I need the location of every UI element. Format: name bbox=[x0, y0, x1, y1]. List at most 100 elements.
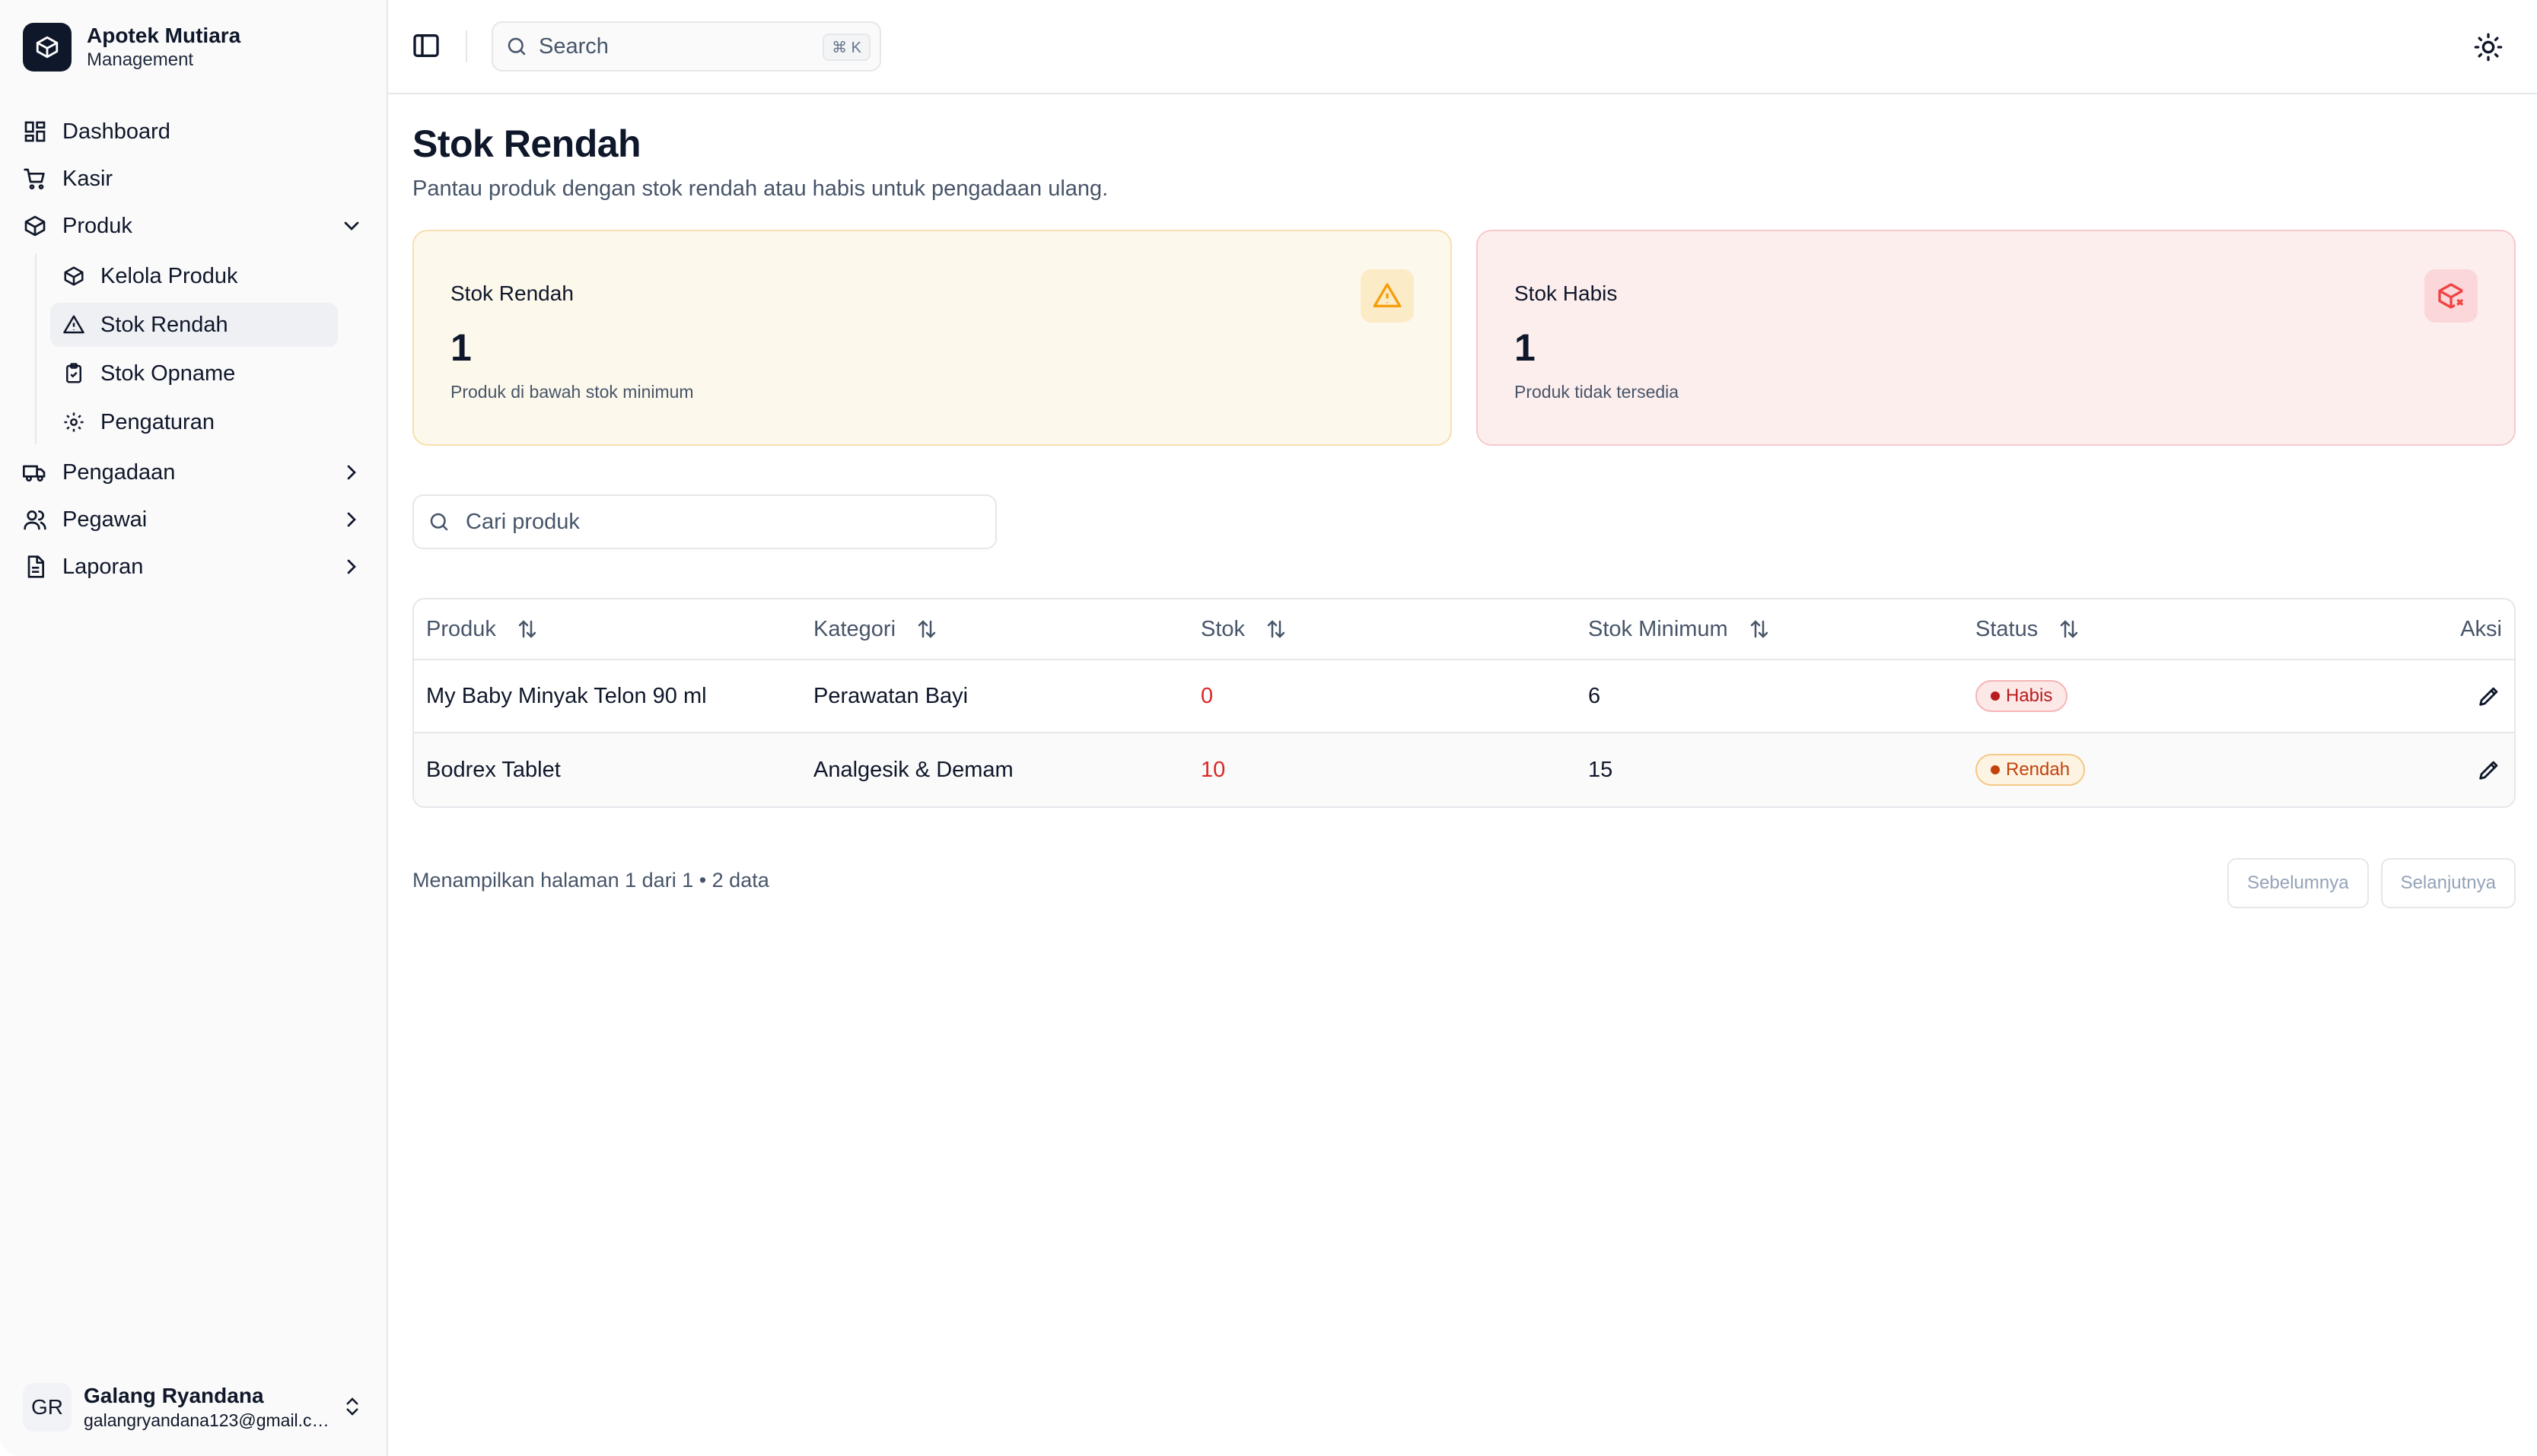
warning-triangle-icon bbox=[63, 315, 84, 334]
cell-status: Habis bbox=[1963, 680, 2351, 712]
sort-icon bbox=[918, 620, 936, 638]
chevron-right-icon bbox=[347, 465, 356, 480]
header-label: Produk bbox=[426, 616, 496, 641]
previous-page-button[interactable]: Sebelumnya bbox=[2227, 858, 2369, 908]
card-description: Produk di bawah stok minimum bbox=[450, 382, 694, 402]
sidebar: Apotek Mutiara Management Dashboard Kasi… bbox=[0, 0, 388, 1456]
sidebar-item-laporan[interactable]: Laporan bbox=[23, 543, 373, 590]
sort-icon bbox=[2060, 620, 2078, 638]
sort-icon bbox=[518, 620, 536, 638]
sidebar-item-dashboard[interactable]: Dashboard bbox=[23, 108, 373, 155]
chevrons-up-down-icon bbox=[346, 1397, 358, 1416]
sidebar-item-pengaturan[interactable]: Pengaturan bbox=[50, 400, 338, 444]
status-badge: Rendah bbox=[1975, 754, 2086, 786]
table-header: Produk Kategori Stok Stok Minimum Status… bbox=[414, 599, 2514, 660]
cell-kategori: Analgesik & Demam bbox=[813, 757, 1014, 782]
card-description: Produk tidak tersedia bbox=[1514, 382, 1679, 402]
truck-icon bbox=[23, 465, 46, 482]
low-stock-table: Produk Kategori Stok Stok Minimum Status… bbox=[412, 598, 2516, 808]
column-header-produk[interactable]: Produk bbox=[414, 617, 801, 642]
cell-produk: Bodrex Tablet bbox=[426, 757, 561, 782]
sidebar-item-label: Stok Opname bbox=[100, 361, 236, 386]
sidebar-item-label: Pengadaan bbox=[62, 459, 176, 485]
header-label: Kategori bbox=[813, 616, 896, 641]
sidebar-item-pengadaan[interactable]: Pengadaan bbox=[23, 449, 373, 496]
search-icon bbox=[508, 37, 526, 56]
cell-produk: My Baby Minyak Telon 90 ml bbox=[426, 683, 707, 708]
column-header-stok-minimum[interactable]: Stok Minimum bbox=[1576, 617, 1963, 642]
users-icon bbox=[24, 510, 46, 530]
status-label: Habis bbox=[2006, 685, 2053, 706]
produk-submenu: Kelola Produk Stok Rendah Stok Opname Pe… bbox=[35, 254, 373, 444]
low-stock-card: Stok Rendah 1 Produk di bawah stok minim… bbox=[412, 230, 1452, 446]
sidebar-nav: Dashboard Kasir Produk Kelola Produk Sto… bbox=[23, 108, 373, 590]
sidebar-item-label: Pengaturan bbox=[100, 409, 215, 434]
product-search-input[interactable]: Cari produk bbox=[412, 494, 997, 549]
chevron-right-icon bbox=[347, 512, 356, 527]
sidebar-item-stok-rendah[interactable]: Stok Rendah bbox=[50, 303, 338, 347]
search-input[interactable]: Search ⌘ K bbox=[492, 21, 881, 72]
status-label: Rendah bbox=[2006, 759, 2071, 780]
app-window: Apotek Mutiara Management Dashboard Kasi… bbox=[0, 0, 2537, 1456]
cell-stok: 10 bbox=[1201, 757, 1226, 782]
column-header-kategori[interactable]: Kategori bbox=[801, 617, 1189, 642]
chevron-down-icon bbox=[344, 221, 359, 230]
card-title: Stok Rendah bbox=[450, 281, 574, 305]
warning-triangle-icon bbox=[1361, 269, 1414, 323]
column-header-stok[interactable]: Stok bbox=[1189, 617, 1576, 642]
sidebar-item-label: Kasir bbox=[62, 166, 113, 191]
brand-tagline: Management bbox=[87, 49, 194, 70]
cart-icon bbox=[24, 168, 45, 189]
column-header-aksi: Aksi bbox=[2460, 616, 2502, 641]
sidebar-item-label: Kelola Produk bbox=[100, 263, 238, 288]
dashboard-icon bbox=[24, 121, 46, 142]
sidebar-item-label: Dashboard bbox=[62, 119, 170, 144]
cell-kategori: Perawatan Bayi bbox=[813, 683, 969, 708]
edit-pencil-icon[interactable] bbox=[2476, 683, 2502, 709]
sort-icon bbox=[1267, 620, 1285, 638]
package-x-icon bbox=[2424, 269, 2478, 323]
next-page-button[interactable]: Selanjutnya bbox=[2380, 858, 2516, 908]
user-menu[interactable]: GR Galang Ryandana galangryandana123@gma… bbox=[23, 1383, 373, 1432]
status-badge: Habis bbox=[1975, 680, 2068, 712]
divider bbox=[466, 30, 467, 62]
card-value: 1 bbox=[1514, 326, 1536, 369]
package-icon bbox=[64, 266, 84, 286]
document-icon bbox=[27, 555, 44, 578]
sidebar-item-stok-opname[interactable]: Stok Opname bbox=[50, 351, 338, 396]
user-name: Galang Ryandana bbox=[84, 1384, 264, 1407]
brand-name: Apotek Mutiara bbox=[87, 24, 241, 47]
search-icon bbox=[430, 513, 448, 531]
clipboard-check-icon bbox=[66, 363, 81, 383]
column-header-status[interactable]: Status bbox=[1963, 617, 2351, 642]
cell-stok: 0 bbox=[1201, 683, 1214, 708]
package-icon bbox=[24, 215, 46, 237]
sidebar-item-label: Pegawai bbox=[62, 507, 148, 532]
cell-status: Rendah bbox=[1963, 754, 2351, 786]
header-label: Stok bbox=[1201, 616, 1246, 641]
sidebar-item-kasir[interactable]: Kasir bbox=[23, 155, 373, 202]
cell-stok-minimum: 6 bbox=[1588, 683, 1601, 708]
sidebar-item-produk[interactable]: Produk bbox=[23, 202, 373, 250]
card-title: Stok Habis bbox=[1514, 281, 1618, 305]
edit-pencil-icon[interactable] bbox=[2476, 757, 2502, 783]
avatar: GR bbox=[23, 1383, 72, 1432]
page-title: Stok Rendah bbox=[412, 122, 641, 165]
header-label: Stok Minimum bbox=[1588, 616, 1728, 641]
sort-icon bbox=[1750, 620, 1768, 638]
sidebar-item-label: Produk bbox=[62, 213, 132, 238]
card-value: 1 bbox=[450, 326, 472, 369]
sidebar-item-pegawai[interactable]: Pegawai bbox=[23, 496, 373, 543]
search-placeholder: Cari produk bbox=[466, 509, 580, 534]
search-placeholder: Search bbox=[539, 33, 609, 59]
sidebar-item-kelola-produk[interactable]: Kelola Produk bbox=[50, 254, 338, 298]
out-of-stock-card: Stok Habis 1 Produk tidak tersedia bbox=[1476, 230, 2516, 446]
cell-aksi bbox=[2351, 757, 2514, 783]
sun-icon[interactable] bbox=[2473, 32, 2504, 62]
brand[interactable]: Apotek Mutiara Management bbox=[23, 23, 240, 72]
sidebar-toggle-icon[interactable] bbox=[411, 30, 441, 61]
pagination-info: Menampilkan halaman 1 dari 1 • 2 data bbox=[412, 869, 769, 892]
sidebar-item-label: Stok Rendah bbox=[100, 312, 228, 337]
cell-aksi bbox=[2351, 683, 2514, 709]
chevron-right-icon bbox=[347, 559, 356, 574]
